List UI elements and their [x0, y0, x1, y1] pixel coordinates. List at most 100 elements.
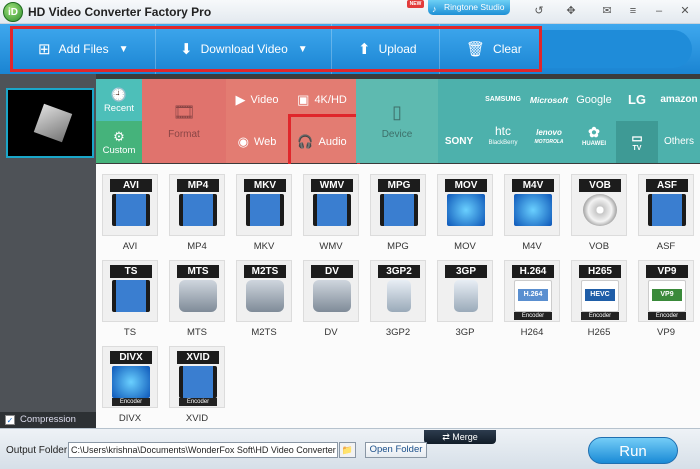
device-label: Device	[381, 129, 413, 140]
format-mkv[interactable]: MKV MKV	[234, 174, 294, 252]
brand-htc[interactable]: htc BlackBerry	[480, 124, 526, 164]
brand-samsung[interactable]: SAMSUNG	[480, 79, 526, 121]
format-art	[313, 280, 351, 312]
format-icon: MPG	[370, 174, 426, 236]
format-badge: M2TS	[244, 265, 286, 278]
browse-folder-icon[interactable]: 📁	[339, 442, 356, 458]
minimize-icon[interactable]: –	[650, 3, 668, 20]
recent-label: Recent	[103, 102, 135, 114]
format-icon: DIVX Encoder	[102, 346, 158, 408]
format-badge: 3GP	[445, 265, 487, 278]
merge-button[interactable]: ⇄ Merge	[424, 430, 496, 444]
toolbar-extension	[540, 30, 692, 68]
codec-mark: VP9	[652, 289, 682, 301]
app-logo: iD	[3, 2, 23, 22]
format-label: VP9	[657, 327, 675, 338]
compression-settings[interactable]: ✓Compression Settings	[0, 412, 96, 441]
format-label: VOB	[588, 241, 610, 252]
format-tab[interactable]: 🎞 Format	[142, 79, 226, 163]
format-art	[246, 194, 284, 226]
format-art: HEVC	[581, 280, 619, 312]
video-tab[interactable]: ▶ Video	[226, 79, 288, 121]
format-m2ts[interactable]: M2TS M2TS	[234, 260, 294, 338]
refresh-icon[interactable]: ↺	[530, 3, 548, 20]
open-folder-button[interactable]: Open Folder	[365, 442, 427, 458]
brand-lenovo[interactable]: lenovo MOTOROLA	[526, 128, 572, 164]
brand-amazon[interactable]: amazon	[658, 79, 700, 121]
format-badge: MPG	[378, 179, 420, 192]
format-vob[interactable]: VOB VOB	[569, 174, 629, 252]
new-badge: NEW	[407, 0, 424, 8]
format-art	[387, 280, 411, 312]
brand-huawei[interactable]: ✿ HUAWEI	[572, 124, 616, 164]
format-label: M4V	[522, 241, 542, 252]
encoder-tag: Encoder	[112, 398, 150, 406]
format-label: M2TS	[251, 327, 277, 338]
format-asf[interactable]: ASF ASF	[636, 174, 696, 252]
format-xvid[interactable]: XVID Encoder XVID	[167, 346, 227, 424]
highlight-toolbar	[10, 26, 542, 72]
format-badge: MKV	[244, 179, 286, 192]
brand-lg[interactable]: LG	[616, 79, 658, 121]
format-art	[246, 280, 284, 312]
format-vp9[interactable]: VP9 VP9 Encoder VP9	[636, 260, 696, 338]
tv-label: TV	[632, 145, 642, 152]
codec-mark: H.264	[518, 289, 548, 301]
menu-icon[interactable]: ≡	[624, 3, 642, 20]
format-badge: WMV	[311, 179, 353, 192]
format-mp4[interactable]: MP4 MP4	[167, 174, 227, 252]
format-ts[interactable]: TS TS	[100, 260, 160, 338]
feedback-icon[interactable]: ✉	[598, 3, 616, 20]
brand-sony[interactable]: SONY	[438, 121, 480, 163]
format-label: TS	[123, 327, 137, 338]
format-3gp2[interactable]: 3GP2 3GP2	[368, 260, 428, 338]
format-divx[interactable]: DIVX Encoder DIVX	[100, 346, 160, 424]
format-label: H264	[520, 327, 544, 338]
format-badge: VP9	[646, 265, 688, 278]
brand-google[interactable]: Google	[572, 79, 616, 121]
custom-tab[interactable]: ⚙ Custom	[96, 121, 142, 163]
huawei-label: HUAWEI	[582, 141, 606, 147]
video-thumbnail[interactable]	[6, 88, 94, 158]
format-art	[454, 280, 478, 312]
format-badge: XVID	[177, 351, 219, 364]
gear-icon: ⚙	[113, 128, 125, 144]
format-art	[313, 194, 351, 226]
brand-microsoft[interactable]: Microsoft	[526, 79, 572, 121]
format-art	[179, 194, 217, 226]
close-icon[interactable]: ✕	[676, 3, 694, 20]
encoder-tag: Encoder	[179, 398, 217, 406]
format-label: ASF	[656, 241, 676, 252]
ringtone-label: Ringtone Studio	[444, 2, 505, 12]
run-button[interactable]: Run	[588, 437, 678, 464]
format-art	[583, 194, 617, 226]
format-mpg[interactable]: MPG MPG	[368, 174, 428, 252]
format-icon: 3GP	[437, 260, 493, 322]
recent-tab[interactable]: 🕘 Recent	[96, 79, 142, 121]
output-folder-field[interactable]: C:\Users\krishna\Documents\WonderFox Sof…	[68, 442, 338, 458]
format-art	[514, 194, 552, 226]
merge-label: Merge	[452, 432, 478, 442]
brand-others[interactable]: Others	[658, 121, 700, 163]
format-wmv[interactable]: WMV WMV	[301, 174, 361, 252]
format-h264[interactable]: H.264 H.264 Encoder H264	[502, 260, 562, 338]
device-tab[interactable]: ▯ Device	[356, 79, 438, 163]
tools-icon[interactable]: ✥	[562, 3, 580, 20]
format-icon: DV	[303, 260, 359, 322]
format-h265[interactable]: H265 HEVC Encoder H265	[569, 260, 629, 338]
apple-icon[interactable]	[438, 79, 480, 121]
hd-label: 4K/HD	[314, 94, 347, 106]
format-badge: AVI	[110, 179, 152, 192]
format-m4v[interactable]: M4V M4V	[502, 174, 562, 252]
format-icon: MKV	[236, 174, 292, 236]
web-tab[interactable]: ◉ Web	[226, 121, 288, 163]
format-art: VP9	[648, 280, 686, 312]
compression-checkbox[interactable]: ✓	[5, 415, 15, 425]
format-avi[interactable]: AVI AVI	[100, 174, 160, 252]
ringtone-studio-button[interactable]: ♪ Ringtone Studio	[428, 0, 510, 15]
format-dv[interactable]: DV DV	[301, 260, 361, 338]
format-mov[interactable]: MOV MOV	[435, 174, 495, 252]
format-3gp[interactable]: 3GP 3GP	[435, 260, 495, 338]
format-mts[interactable]: MTS MTS	[167, 260, 227, 338]
brand-tv[interactable]: ▭ TV	[616, 121, 658, 163]
